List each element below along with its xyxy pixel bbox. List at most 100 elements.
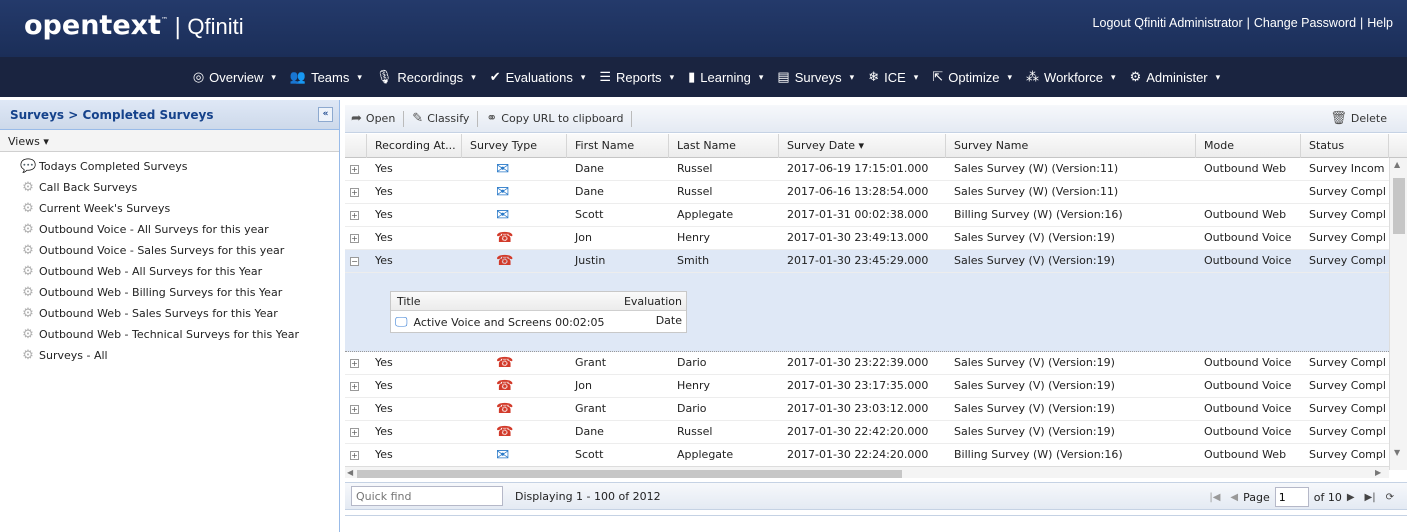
nav-workforce[interactable]: ⁂ Workforce ▾ — [1026, 69, 1116, 85]
view-item[interactable]: ⚙ Current Week's Surveys — [20, 198, 339, 219]
column-header[interactable]: Mode — [1196, 134, 1301, 158]
quick-find-input[interactable] — [351, 486, 503, 506]
view-item[interactable]: ⚙ Call Back Surveys — [20, 177, 339, 198]
table-row[interactable]: − Yes ☎ Justin Smith 2017-01-30 23:45:29.000 S… — [345, 250, 1389, 273]
open-button[interactable]: ➦ Open — [345, 111, 401, 126]
chevron-down-icon[interactable]: ▾ — [1008, 72, 1013, 83]
column-header[interactable]: Survey Type — [462, 134, 567, 158]
detail-col-title[interactable]: Title — [391, 292, 600, 310]
row-expander[interactable]: + — [345, 375, 367, 397]
row-expander[interactable]: + — [345, 181, 367, 203]
column-header[interactable]: Recording At... — [367, 134, 462, 158]
survey-type-cell: ☎ — [462, 375, 567, 397]
nav-optimize[interactable]: ⇱ Optimize ▾ — [932, 69, 1012, 85]
chevron-down-icon[interactable]: ▾ — [850, 72, 855, 83]
scrollbar-thumb[interactable] — [1393, 178, 1405, 234]
product-name: Qfiniti — [187, 14, 244, 39]
view-item[interactable]: ⚙ Surveys - All — [20, 345, 339, 366]
table-row[interactable]: + Yes ☎ Jon Henry 2017-01-30 23:17:35.000 Sale… — [345, 375, 1389, 398]
column-header[interactable]: Last Name — [669, 134, 779, 158]
row-expander[interactable]: + — [345, 204, 367, 226]
chevron-down-icon[interactable]: ▾ — [670, 72, 675, 83]
horizontal-scrollbar[interactable]: ◀ ▶ — [345, 466, 1389, 478]
collapse-icon[interactable]: − — [350, 257, 359, 266]
expand-icon[interactable]: + — [350, 165, 359, 174]
expand-icon[interactable]: + — [350, 188, 359, 197]
chevron-down-icon[interactable]: ▾ — [1216, 72, 1221, 83]
table-row[interactable]: + Yes ☎ Jon Henry 2017-01-30 23:49:13.000 Sale… — [345, 227, 1389, 250]
last-page-icon[interactable]: ▶| — [1365, 492, 1376, 503]
view-item[interactable]: ⚙ Outbound Web - Technical Surveys for th… — [20, 324, 339, 345]
nav-learning[interactable]: ▮ Learning ▾ — [688, 69, 763, 85]
chevron-down-icon[interactable]: ▾ — [1111, 72, 1116, 83]
chevron-down-icon[interactable]: ▾ — [357, 72, 362, 83]
row-expander[interactable]: + — [345, 421, 367, 443]
nav-reports[interactable]: ☰ Reports ▾ — [599, 69, 674, 85]
nav-ice[interactable]: ❄ ICE ▾ — [868, 69, 918, 85]
nav-evaluations[interactable]: ✔ Evaluations ▾ — [490, 69, 586, 85]
nav-teams[interactable]: 👥 Teams ▾ — [290, 69, 362, 85]
scroll-right-icon[interactable]: ▶ — [1375, 468, 1381, 477]
first-page-icon[interactable]: |◀ — [1209, 492, 1220, 503]
chevron-down-icon[interactable]: ▾ — [471, 72, 476, 83]
classify-button[interactable]: ✎ Classify — [406, 111, 475, 126]
logout-link[interactable]: Logout Qfiniti Administrator — [1093, 16, 1243, 30]
nav-overview[interactable]: ◎ Overview ▾ — [193, 69, 276, 85]
row-expander[interactable]: + — [345, 352, 367, 374]
expand-icon[interactable]: + — [350, 382, 359, 391]
next-page-icon[interactable]: ▶ — [1347, 492, 1355, 503]
detail-row[interactable]: 🖵 Active Voice and Screens 00:02:05 — [391, 311, 686, 333]
row-expander[interactable]: + — [345, 398, 367, 420]
expand-icon[interactable]: + — [350, 451, 359, 460]
table-row[interactable]: + Yes ☎ Grant Dario 2017-01-30 23:03:12.000 Sa… — [345, 398, 1389, 421]
copy-url-button[interactable]: ⚭ Copy URL to clipboard — [480, 111, 629, 126]
column-header[interactable]: Status — [1301, 134, 1389, 158]
row-expander[interactable]: + — [345, 158, 367, 180]
collapse-panel-button[interactable]: « — [318, 107, 333, 122]
views-menu[interactable]: Views ▾ — [0, 130, 339, 152]
scrollbar-thumb[interactable] — [357, 470, 902, 478]
expand-icon[interactable]: + — [350, 359, 359, 368]
nav-administer[interactable]: ⚙ Administer ▾ — [1130, 69, 1221, 85]
scroll-left-icon[interactable]: ◀ — [347, 468, 353, 477]
row-expander[interactable]: + — [345, 444, 367, 466]
vertical-scrollbar[interactable]: ▲ ▼ — [1389, 158, 1407, 470]
expand-icon[interactable]: + — [350, 405, 359, 414]
row-expander[interactable]: + — [345, 227, 367, 249]
scroll-down-icon[interactable]: ▼ — [1394, 448, 1400, 457]
table-row[interactable]: + Yes ☎ Grant Dario 2017-01-30 23:22:39.000 Sa… — [345, 352, 1389, 375]
table-row[interactable]: + Yes ✉ Dane Russel 2017-06-16 13:28:54.000 Sa… — [345, 181, 1389, 204]
nav-recordings[interactable]: 🎙 Recordings ▾ — [376, 69, 476, 85]
column-header[interactable]: Survey Name — [946, 134, 1196, 158]
scroll-up-icon[interactable]: ▲ — [1394, 160, 1400, 169]
column-header[interactable]: First Name — [567, 134, 669, 158]
chevron-down-icon[interactable]: ▾ — [271, 72, 276, 83]
refresh-icon[interactable]: ⟳ — [1386, 492, 1394, 503]
previous-page-icon[interactable]: ◀ — [1230, 492, 1238, 503]
table-row[interactable]: + Yes ✉ Scott Applegate 2017-01-30 22:24:20.0… — [345, 444, 1389, 467]
row-expander[interactable]: − — [345, 250, 367, 272]
chevron-down-icon[interactable]: ▾ — [581, 72, 586, 83]
chevron-down-icon[interactable]: ▾ — [914, 72, 919, 83]
column-header[interactable]: Survey Date ▾ — [779, 134, 946, 158]
view-item[interactable]: ⚙ Outbound Web - All Surveys for this Yea… — [20, 261, 339, 282]
page-number-input[interactable] — [1274, 487, 1309, 507]
table-row[interactable]: + Yes ✉ Dane Russel 2017-06-19 17:15:01.000 Sa… — [345, 158, 1389, 181]
nav-surveys[interactable]: ▤ Surveys ▾ — [777, 69, 854, 85]
view-item[interactable]: ⚙ Outbound Voice - Sales Surveys for this… — [20, 240, 339, 261]
view-item[interactable]: ⚙ Outbound Voice - All Surveys for this y… — [20, 219, 339, 240]
view-item[interactable]: ⚙ Outbound Web - Sales Surveys for this Y… — [20, 303, 339, 324]
expand-icon[interactable]: + — [350, 428, 359, 437]
mode-cell — [1196, 181, 1301, 203]
expand-icon[interactable]: + — [350, 211, 359, 220]
chevron-down-icon[interactable]: ▾ — [759, 72, 764, 83]
delete-button[interactable]: 🗑 Delete — [1324, 111, 1393, 126]
change-password-link[interactable]: Change Password — [1254, 16, 1356, 30]
table-row[interactable]: + Yes ☎ Dane Russel 2017-01-30 22:42:20.000 Sa… — [345, 421, 1389, 444]
table-row[interactable]: + Yes ✉ Scott Applegate 2017-01-31 00:02:38.0… — [345, 204, 1389, 227]
expand-icon[interactable]: + — [350, 234, 359, 243]
help-link[interactable]: Help — [1367, 16, 1393, 30]
view-item[interactable]: 💬 Todays Completed Surveys — [20, 156, 339, 177]
detail-col-evaluation-date[interactable]: Evaluation Date — [600, 292, 686, 327]
view-item[interactable]: ⚙ Outbound Web - Billing Surveys for this… — [20, 282, 339, 303]
